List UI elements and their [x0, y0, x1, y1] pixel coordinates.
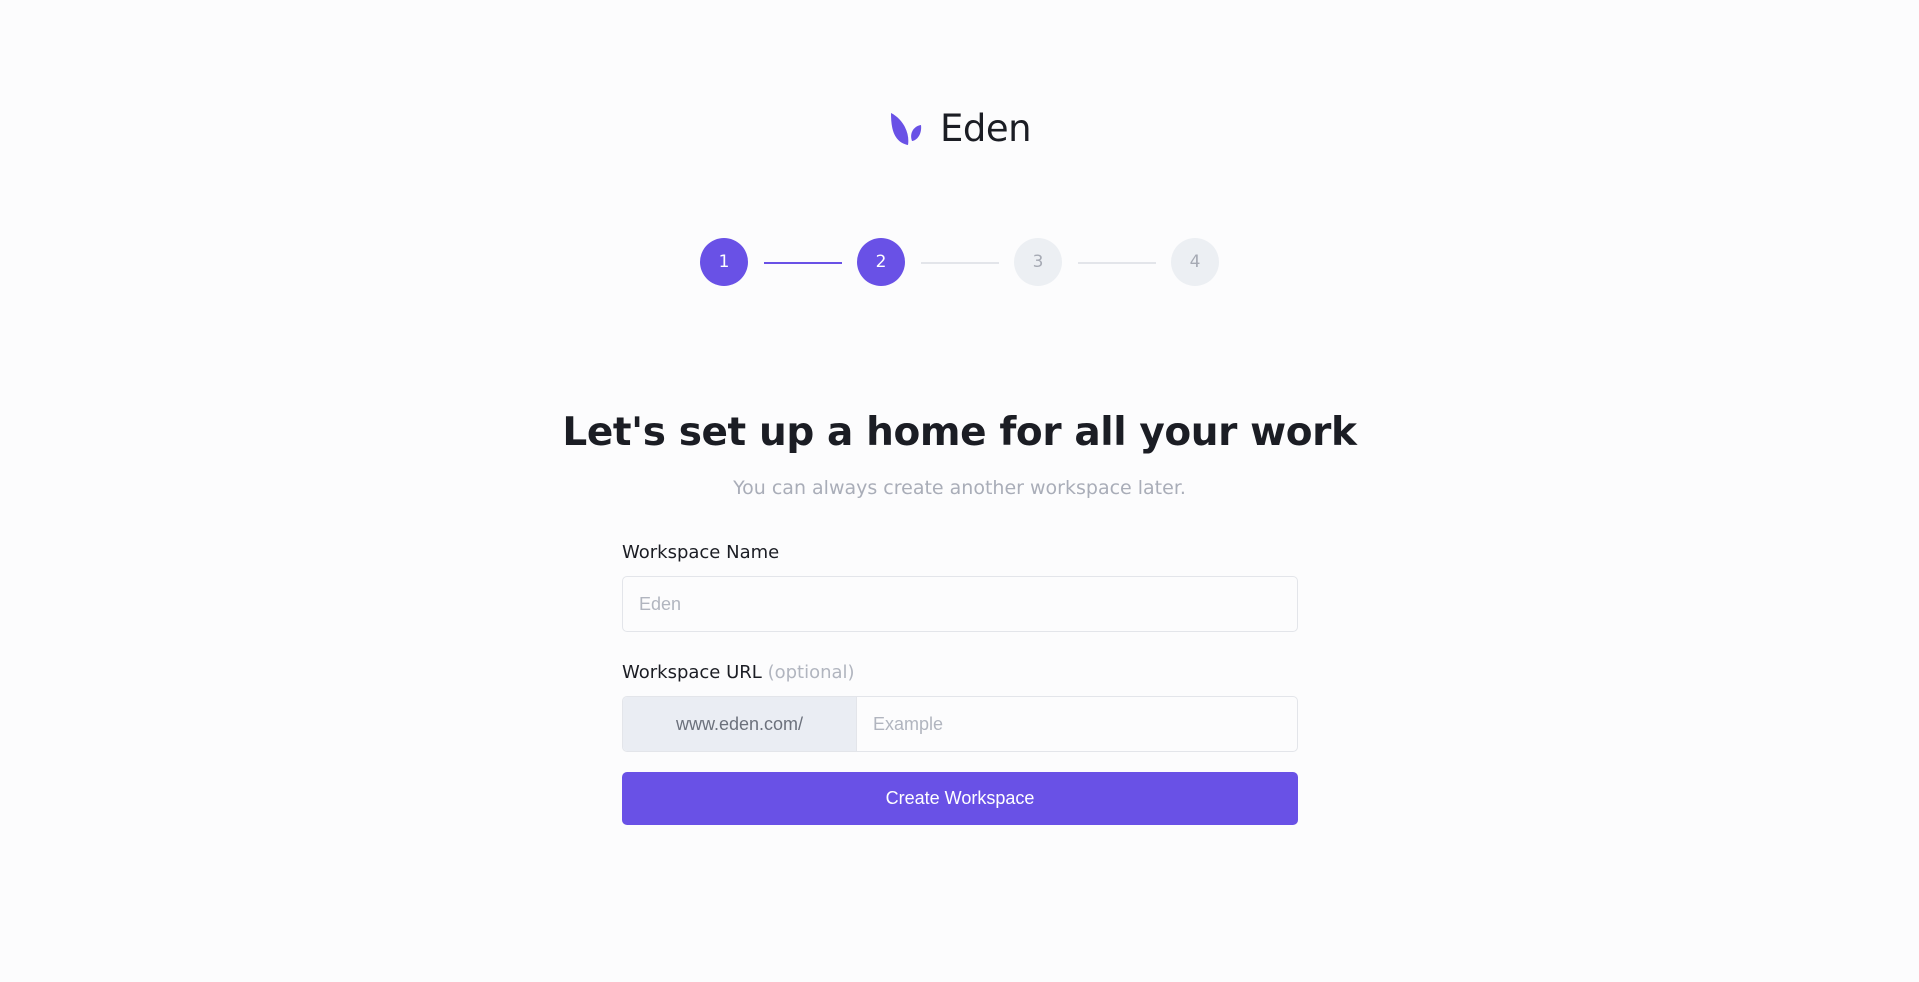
step-number: 2 [875, 252, 887, 272]
step-number: 1 [718, 252, 730, 272]
step-connector [921, 262, 999, 264]
url-prefix: www.eden.com/ [623, 697, 857, 751]
brand-header: Eden [0, 107, 1919, 150]
brand-name: Eden [939, 107, 1032, 150]
page-title: Let's set up a home for all your work [562, 410, 1357, 455]
progress-stepper: 1 2 3 4 [700, 238, 1222, 288]
step-number: 4 [1189, 252, 1201, 272]
workspace-url-label: Workspace URL (optional) [622, 660, 855, 686]
step-connector [764, 262, 842, 264]
workspace-name-input[interactable] [622, 576, 1298, 632]
workspace-url-group: www.eden.com/ [622, 696, 1298, 752]
onboarding-page: Eden 1 2 3 4 Let's set up a home for all… [0, 0, 1919, 982]
step-2: 2 [857, 238, 905, 286]
optional-hint: (optional) [767, 662, 855, 683]
workspace-name-label-text: Workspace Name [622, 542, 780, 563]
create-workspace-button[interactable]: Create Workspace [622, 772, 1298, 825]
leaf-logo-icon [890, 112, 922, 145]
workspace-url-label-text: Workspace URL [622, 662, 762, 683]
step-4: 4 [1171, 238, 1219, 286]
workspace-url-input[interactable] [857, 697, 1297, 751]
step-connector [1078, 262, 1156, 264]
workspace-name-label: Workspace Name [622, 540, 779, 566]
step-3: 3 [1014, 238, 1062, 286]
step-1: 1 [700, 238, 748, 286]
brand-logo: Eden [888, 107, 1032, 150]
page-subtitle: You can always create another workspace … [733, 477, 1186, 499]
step-number: 3 [1032, 252, 1044, 272]
